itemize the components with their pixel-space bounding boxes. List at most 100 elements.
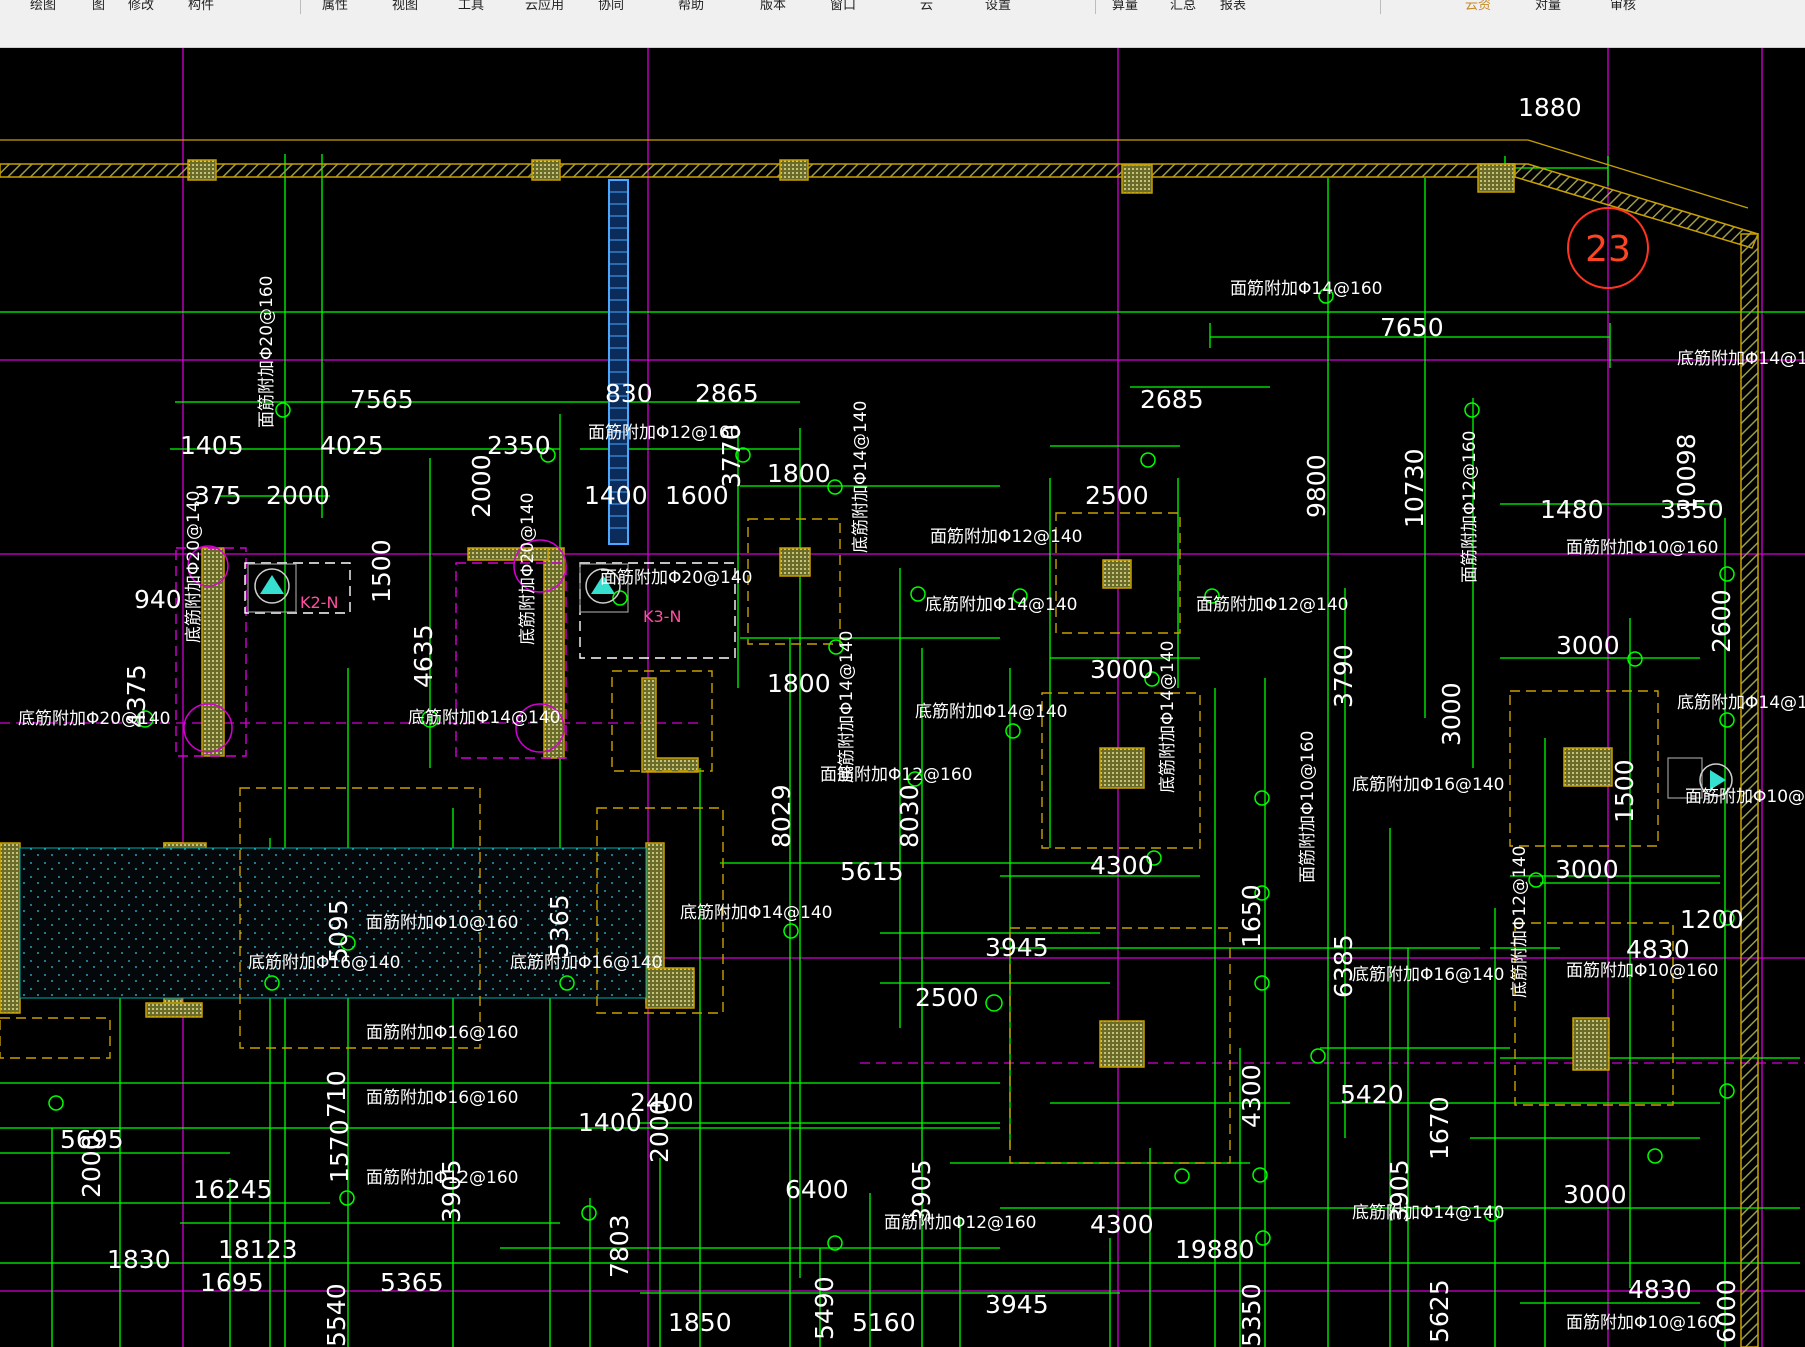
menu-item-15[interactable]: 汇总 bbox=[1170, 0, 1196, 13]
menu-item-0[interactable]: 绘图 bbox=[30, 0, 56, 13]
dimension-text: 4300 bbox=[1090, 1210, 1154, 1239]
dimension-text: 4830 bbox=[1628, 1275, 1692, 1304]
dimension-text: 5365 bbox=[380, 1268, 444, 1297]
dimension-text: 3000 bbox=[1555, 855, 1619, 884]
annotation-text: 面筋附加Φ12@160 bbox=[884, 1213, 1036, 1233]
dimension-text: 830 bbox=[605, 379, 653, 408]
menu-separator bbox=[300, 0, 301, 14]
dimension-text: 1850 bbox=[668, 1308, 732, 1337]
annotation-text: 面筋附加Φ10@160 bbox=[1566, 1313, 1718, 1333]
component-label-k3: K3-N bbox=[643, 607, 681, 626]
dimension-text: 1480 bbox=[1540, 495, 1604, 524]
floor-plan-drawing[interactable]: 23 K2-N K3-N 1880 7650 7565 2865 830 268… bbox=[0, 48, 1805, 1347]
menu-item-9[interactable]: 帮助 bbox=[678, 0, 704, 13]
annotation-text: 底筋附加Φ14@140 bbox=[1677, 693, 1805, 713]
annotation-text: 面筋附加Φ10@160 bbox=[1685, 787, 1805, 807]
annotation-text: 面筋附加Φ20@160 bbox=[257, 276, 277, 428]
dimension-text: 1800 bbox=[767, 669, 831, 698]
dimension-text: 4300 bbox=[1237, 1064, 1266, 1128]
dimension-text: 2500 bbox=[915, 983, 979, 1012]
cad-drawing-canvas[interactable]: 23 K2-N K3-N 1880 7650 7565 2865 830 268… bbox=[0, 48, 1805, 1347]
dimension-text: 2000 bbox=[266, 481, 330, 510]
dimension-text: 3000 bbox=[1437, 682, 1466, 746]
menu-item-13[interactable]: 设置 bbox=[985, 0, 1011, 13]
annotation-text: 底筋附加Φ14@140 bbox=[408, 708, 560, 728]
dimension-text: 6400 bbox=[785, 1175, 849, 1204]
dimension-text: 10098 bbox=[1672, 433, 1701, 513]
annotation-text: 底筋附加Φ16@140 bbox=[248, 953, 400, 973]
dimension-text: 2685 bbox=[1140, 385, 1204, 414]
dimension-text: 9800 bbox=[1302, 454, 1331, 518]
menu-item-11[interactable]: 窗口 bbox=[830, 0, 856, 13]
dimension-text: 2000 bbox=[77, 1134, 106, 1198]
menu-item-3[interactable]: 构件 bbox=[188, 0, 214, 13]
dimension-text: 4830 bbox=[1626, 935, 1690, 964]
dimension-text: 1200 bbox=[1680, 905, 1744, 934]
dimension-text: 5615 bbox=[840, 857, 904, 886]
menu-separator bbox=[1380, 0, 1381, 14]
menu-item-17[interactable]: 云资 bbox=[1465, 0, 1491, 13]
menu-item-19[interactable]: 审核 bbox=[1610, 0, 1636, 13]
dimension-text: 1880 bbox=[1518, 93, 1582, 122]
menu-item-10[interactable]: 版本 bbox=[760, 0, 786, 13]
annotation-text: 面筋附加Φ12@160 bbox=[366, 1168, 518, 1188]
annotation-text: 底筋附加Φ14@140 bbox=[915, 702, 1067, 722]
annotation-text: 面筋附加Φ10@160 bbox=[366, 913, 518, 933]
cyan-triangle-icon bbox=[260, 575, 284, 594]
menu-item-5[interactable]: 视图 bbox=[392, 0, 418, 13]
menu-item-14[interactable]: 算量 bbox=[1112, 0, 1138, 13]
menu-item-7[interactable]: 云应用 bbox=[525, 0, 564, 13]
dimension-text: 5420 bbox=[1340, 1080, 1404, 1109]
dimension-text: 1800 bbox=[767, 459, 831, 488]
menu-item-2[interactable]: 修改 bbox=[128, 0, 154, 13]
annotation-text: 底筋附加Φ20@140 bbox=[518, 493, 538, 645]
menu-item-8[interactable]: 协同 bbox=[598, 0, 624, 13]
dimension-text: 5160 bbox=[852, 1308, 916, 1337]
annotation-text: 底筋附加Φ16@140 bbox=[510, 953, 662, 973]
annotation-text: 底筋附加Φ12@140 bbox=[1510, 846, 1530, 998]
dimension-text: 3945 bbox=[985, 1290, 1049, 1319]
menu-item-6[interactable]: 工具 bbox=[458, 0, 484, 13]
annotation-text: 底筋附加Φ14@140 bbox=[925, 595, 1077, 615]
menu-bar: 绘图 图 修改 构件 属性 视图 工具 云应用 协同 帮助 版本 窗口 云 设置… bbox=[0, 0, 1805, 14]
dimension-text: 1500 bbox=[367, 539, 396, 603]
dimension-text: 7650 bbox=[1380, 313, 1444, 342]
dimension-text: 4635 bbox=[409, 624, 438, 688]
annotation-text: 底筋附加Φ16@140 bbox=[1352, 775, 1504, 795]
dimension-text: 1400 bbox=[584, 481, 648, 510]
menu-item-18[interactable]: 对量 bbox=[1535, 0, 1561, 13]
menu-item-16[interactable]: 报表 bbox=[1220, 0, 1246, 13]
annotation-text: 面筋附加Φ10@160 bbox=[1566, 961, 1718, 981]
annotation-text: 底筋附加Φ14@140 bbox=[1677, 349, 1805, 369]
annotation-text: 面筋附加Φ12@160 bbox=[1460, 431, 1480, 583]
annotation-text: 底筋附加Φ14@140 bbox=[837, 631, 857, 783]
dimension-text: 2500 bbox=[1085, 481, 1149, 510]
annotation-text: 底筋附加Φ16@140 bbox=[1352, 965, 1504, 985]
annotation-text: 底筋附加Φ14@140 bbox=[1352, 1203, 1504, 1223]
annotation-text: 底筋附加Φ14@140 bbox=[851, 401, 871, 553]
dimension-text: 2000 bbox=[645, 1099, 674, 1163]
dimension-text: 7803 bbox=[605, 1214, 634, 1278]
annotation-text: 底筋附加Φ20@140 bbox=[184, 491, 204, 643]
annotation-text: 面筋附加Φ12@160 bbox=[588, 423, 740, 443]
dimension-text: 3945 bbox=[985, 933, 1049, 962]
annotation-text: 面筋附加Φ16@160 bbox=[366, 1023, 518, 1043]
dimension-text: 1650 bbox=[1237, 884, 1266, 948]
dimension-text: 3000 bbox=[1563, 1180, 1627, 1209]
dimension-text: 2350 bbox=[487, 431, 551, 460]
dimension-text: 4300 bbox=[1090, 851, 1154, 880]
menu-item-12[interactable]: 云 bbox=[920, 0, 933, 13]
dimension-text: 8029 bbox=[767, 784, 796, 848]
dimension-text: 5490 bbox=[810, 1276, 839, 1340]
menu-separator bbox=[1095, 0, 1096, 14]
menu-item-1[interactable]: 图 bbox=[92, 0, 105, 13]
dimension-text: 2000 bbox=[467, 454, 496, 518]
dimension-texts: 1880 7650 7565 2865 830 2685 1405 4025 2… bbox=[60, 93, 1744, 1347]
dimension-text: 7565 bbox=[350, 385, 414, 414]
dimension-text: 18123 bbox=[218, 1235, 298, 1264]
annotation-text: 面筋附加Φ20@140 bbox=[600, 568, 752, 588]
annotation-text: 面筋附加Φ16@160 bbox=[366, 1088, 518, 1108]
menu-item-4[interactable]: 属性 bbox=[322, 0, 348, 13]
dimension-text: 1500 bbox=[1610, 759, 1639, 823]
component-k2[interactable]: K2-N bbox=[247, 563, 338, 613]
